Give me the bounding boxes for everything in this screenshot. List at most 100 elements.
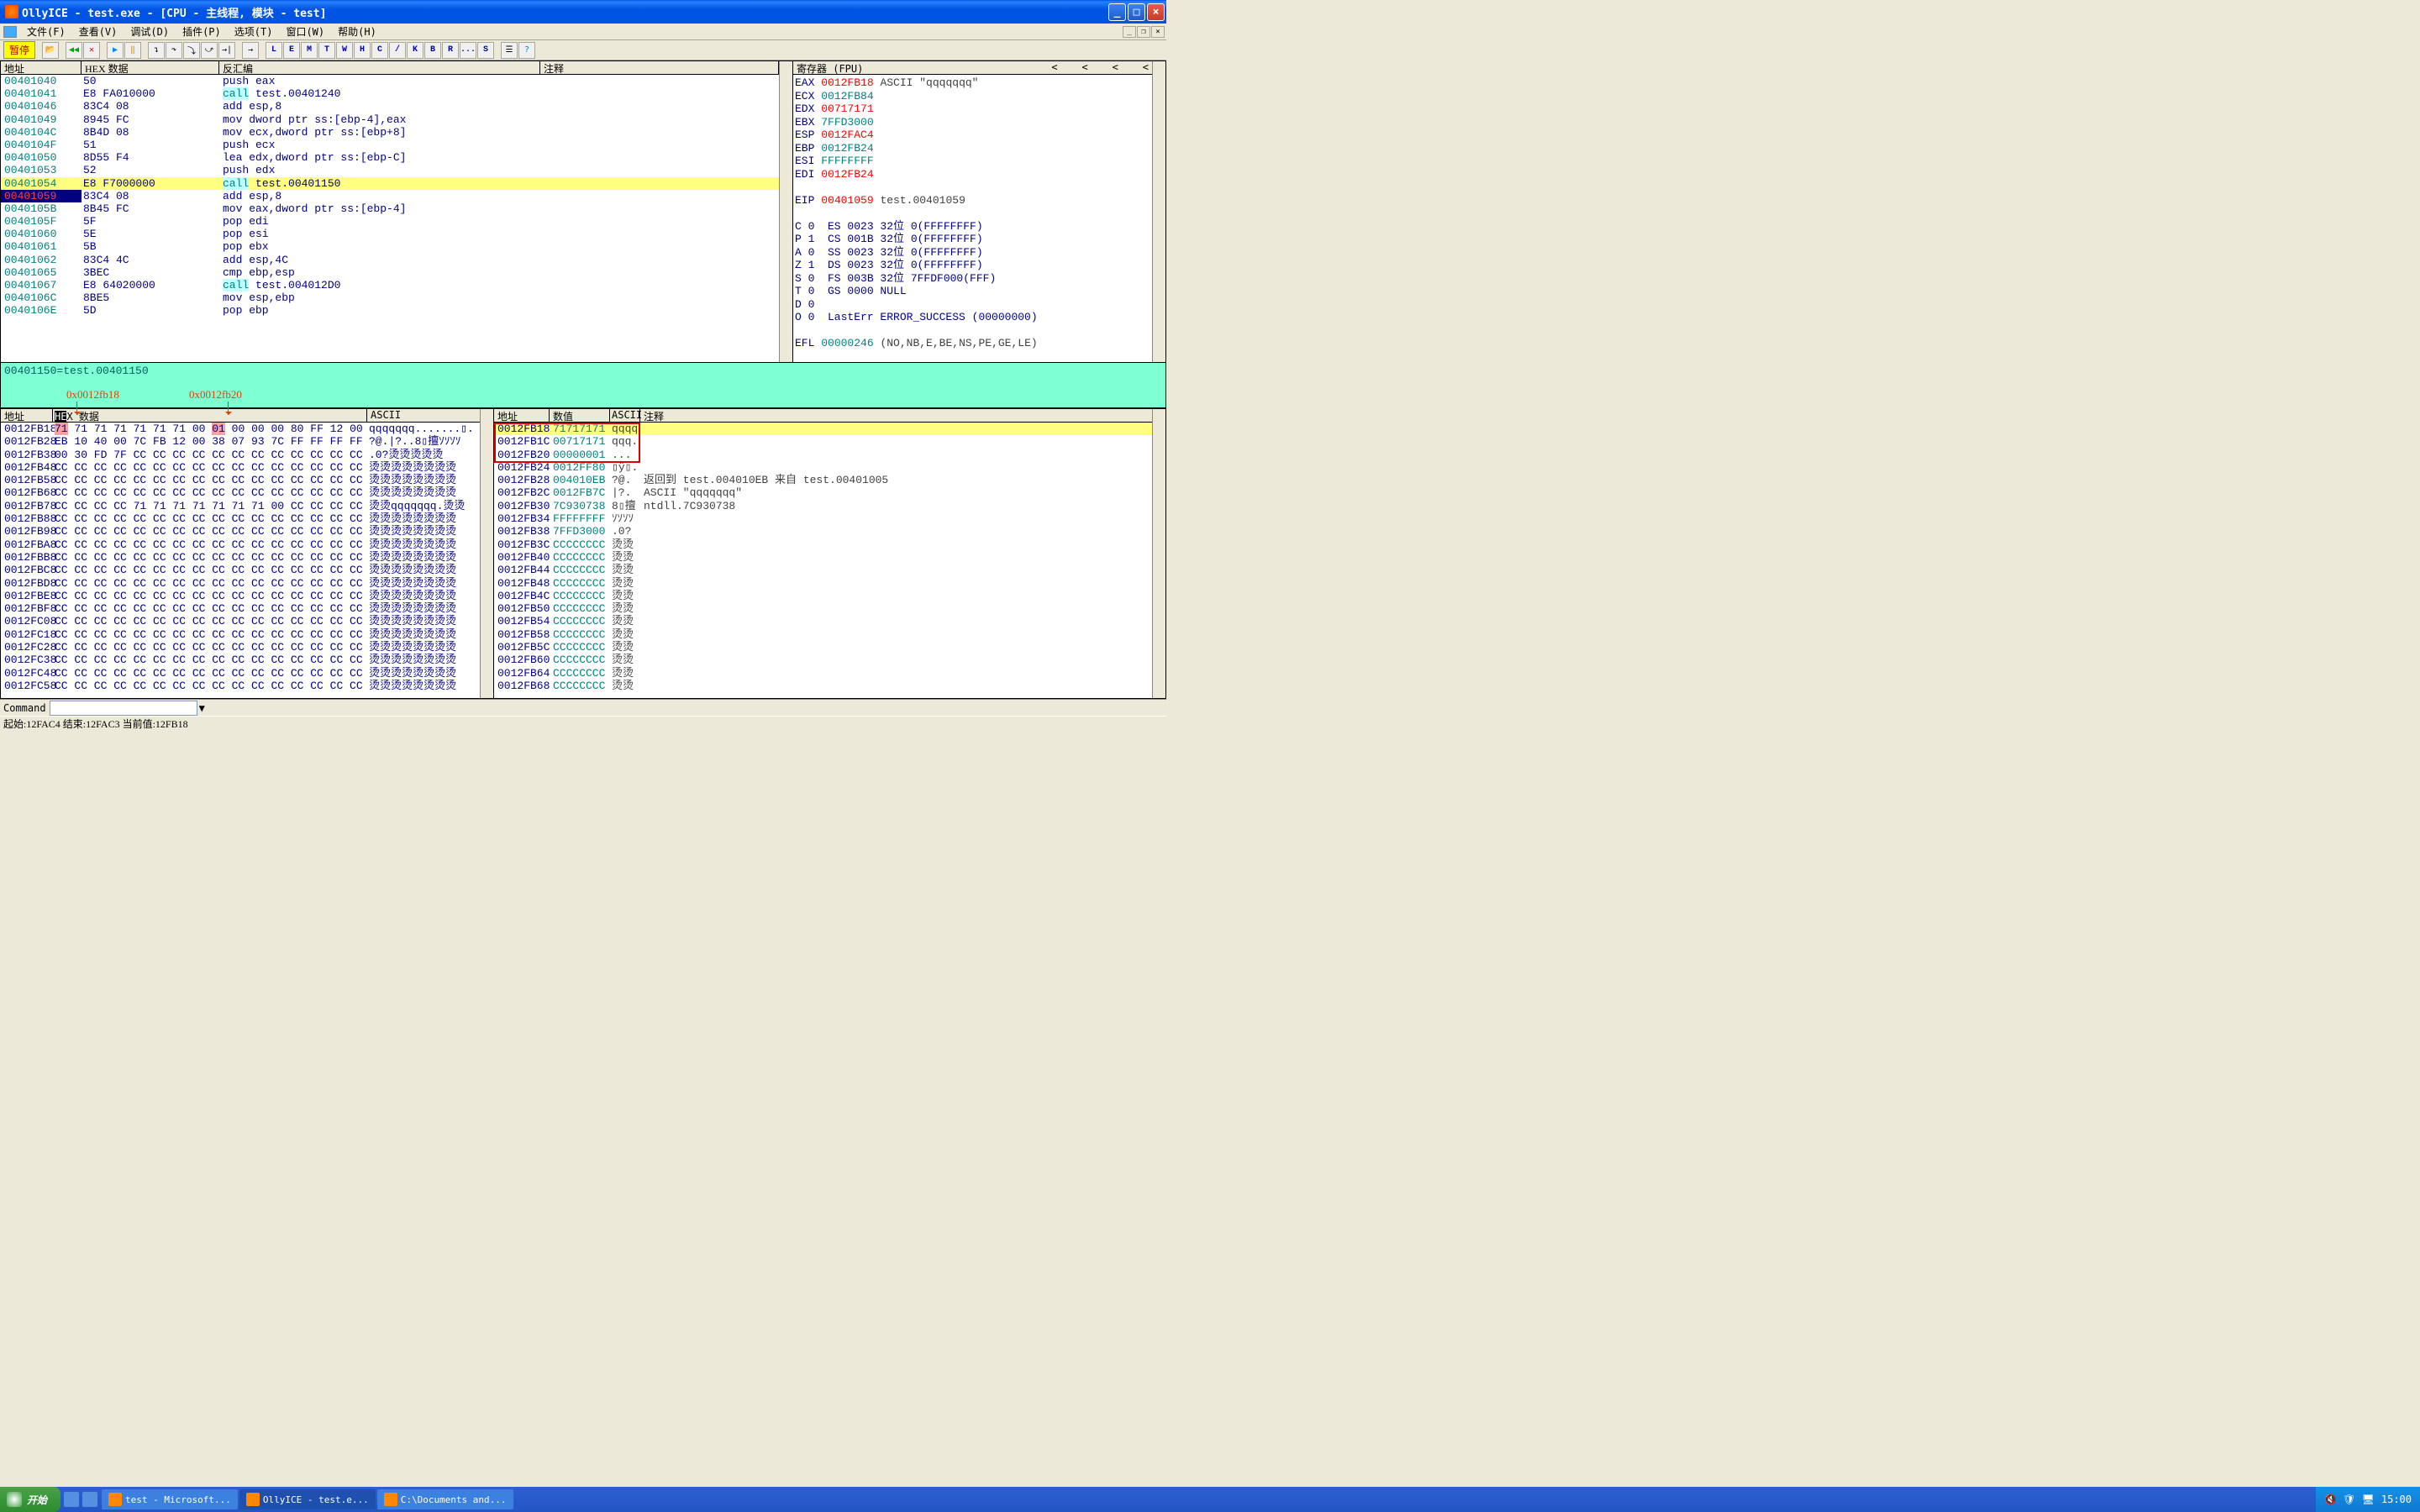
window-B-button[interactable]: B bbox=[424, 42, 441, 59]
disasm-row[interactable]: 0040105F5Fpop edi bbox=[1, 215, 779, 228]
window-T-button[interactable]: T bbox=[318, 42, 335, 59]
hex-row[interactable]: 0012FB48CC CC CC CC CC CC CC CC CC CC CC… bbox=[1, 461, 480, 474]
disasm-row[interactable]: 0040104F51push ecx bbox=[1, 139, 779, 151]
stack-col-addr[interactable]: 地址 bbox=[494, 409, 550, 422]
stack-row[interactable]: 0012FB54CCCCCCCC烫烫 bbox=[494, 615, 1152, 627]
hex-row[interactable]: 0012FB1871 71 71 71 71 71 71 00 01 00 00… bbox=[1, 423, 480, 435]
col-hex[interactable]: HEX 数据 bbox=[82, 61, 219, 74]
hex-col-data[interactable]: HEX 数据 bbox=[53, 409, 367, 422]
stack-row[interactable]: 0012FB387FFD3000.0? bbox=[494, 525, 1152, 538]
hex-row[interactable]: 0012FC08CC CC CC CC CC CC CC CC CC CC CC… bbox=[1, 615, 480, 627]
stack-row[interactable]: 0012FB58CCCCCCCC烫烫 bbox=[494, 628, 1152, 641]
hex-row[interactable]: 0012FB98CC CC CC CC CC CC CC CC CC CC CC… bbox=[1, 525, 480, 538]
hex-row[interactable]: 0012FC18CC CC CC CC CC CC CC CC CC CC CC… bbox=[1, 628, 480, 641]
disasm-row[interactable]: 0040106E5Dpop ebp bbox=[1, 304, 779, 317]
disasm-row[interactable]: 0040106283C4 4Cadd esp,4C bbox=[1, 254, 779, 266]
scrollbar[interactable] bbox=[779, 61, 792, 362]
disasm-row[interactable]: 0040104C8B4D 08mov ecx,dword ptr ss:[ebp… bbox=[1, 126, 779, 139]
stack-row[interactable]: 0012FB240012FF80▯ÿ▯. bbox=[494, 461, 1152, 474]
hex-row[interactable]: 0012FC28CC CC CC CC CC CC CC CC CC CC CC… bbox=[1, 641, 480, 654]
menu-debug[interactable]: 调试(D) bbox=[124, 24, 176, 39]
help-icon[interactable]: ? bbox=[518, 42, 535, 59]
stack-row[interactable]: 0012FB1871717171qqqq bbox=[494, 423, 1152, 435]
col-comment[interactable]: 注释 bbox=[540, 61, 779, 74]
mdi-minimize[interactable]: _ bbox=[1123, 26, 1136, 38]
window-/-button[interactable]: / bbox=[389, 42, 406, 59]
hex-col-addr[interactable]: 地址 bbox=[1, 409, 53, 422]
disasm-row[interactable]: 0040104683C4 08add esp,8 bbox=[1, 100, 779, 113]
window-C-button[interactable]: C bbox=[371, 42, 388, 59]
menu-view[interactable]: 查看(V) bbox=[72, 24, 124, 39]
disasm-row[interactable]: 004010615Bpop ebx bbox=[1, 240, 779, 253]
disasm-row[interactable]: 0040106C8BE5mov esp,ebp bbox=[1, 291, 779, 304]
settings-icon[interactable]: ☰ bbox=[501, 42, 518, 59]
stack-row[interactable]: 0012FB4CCCCCCCCC烫烫 bbox=[494, 590, 1152, 602]
hex-row[interactable]: 0012FBF8CC CC CC CC CC CC CC CC CC CC CC… bbox=[1, 602, 480, 615]
stack-row[interactable]: 0012FB5CCCCCCCCC烫烫 bbox=[494, 641, 1152, 654]
menu-options[interactable]: 选项(T) bbox=[228, 24, 280, 39]
hex-row[interactable]: 0012FB28EB 10 40 00 7C FB 12 00 38 07 93… bbox=[1, 435, 480, 448]
mdi-close[interactable]: × bbox=[1151, 26, 1165, 38]
command-input[interactable] bbox=[50, 701, 197, 716]
hex-row[interactable]: 0012FC48CC CC CC CC CC CC CC CC CC CC CC… bbox=[1, 667, 480, 680]
window-M-button[interactable]: M bbox=[301, 42, 318, 59]
stack-row[interactable]: 0012FB44CCCCCCCC烫烫 bbox=[494, 564, 1152, 576]
stack-row[interactable]: 0012FB1C00717171qqq. bbox=[494, 435, 1152, 448]
window-K-button[interactable]: K bbox=[407, 42, 424, 59]
scrollbar[interactable] bbox=[480, 409, 493, 698]
window-W-button[interactable]: W bbox=[336, 42, 353, 59]
scrollbar[interactable] bbox=[1152, 61, 1165, 362]
hex-row[interactable]: 0012FBE8CC CC CC CC CC CC CC CC CC CC CC… bbox=[1, 590, 480, 602]
hex-row[interactable]: 0012FBA8CC CC CC CC CC CC CC CC CC CC CC… bbox=[1, 538, 480, 551]
mdi-restore[interactable]: ❐ bbox=[1137, 26, 1150, 38]
taskbar-button[interactable]: C:\Documents and... bbox=[377, 1489, 513, 1509]
disassembly-pane[interactable]: 地址 HEX 数据 反汇编 注释 0040104050push eax00401… bbox=[0, 60, 793, 363]
window-H-button[interactable]: H bbox=[354, 42, 371, 59]
window-E-button[interactable]: E bbox=[283, 42, 300, 59]
quicklaunch-icon[interactable] bbox=[82, 1492, 97, 1507]
hex-row[interactable]: 0012FBB8CC CC CC CC CC CC CC CC CC CC CC… bbox=[1, 551, 480, 564]
disasm-row[interactable]: 004010498945 FCmov dword ptr ss:[ebp-4],… bbox=[1, 113, 779, 126]
run-icon[interactable]: ▶ bbox=[107, 42, 124, 59]
hex-row[interactable]: 0012FB3800 30 FD 7F CC CC CC CC CC CC CC… bbox=[1, 449, 480, 461]
stack-row[interactable]: 0012FB307C9307388▯擅ntdll.7C930738 bbox=[494, 500, 1152, 512]
start-button[interactable]: 开始 bbox=[0, 1487, 60, 1512]
menu-file[interactable]: 文件(F) bbox=[20, 24, 72, 39]
stack-row[interactable]: 0012FB28004010EB?@.返回到 test.004010EB 来自 … bbox=[494, 474, 1152, 486]
menu-window[interactable]: 窗口(W) bbox=[279, 24, 331, 39]
execute-till-icon[interactable]: →| bbox=[218, 42, 235, 59]
open-icon[interactable]: 📂 bbox=[42, 42, 59, 59]
registers-pane[interactable]: 寄存器 (FPU) < < < < EAX 0012FB18 ASCII "qq… bbox=[793, 60, 1166, 363]
stack-col-val[interactable]: 数值 bbox=[550, 409, 610, 422]
disasm-row[interactable]: 00401067E8 64020000call test.004012D0 bbox=[1, 279, 779, 291]
stack-row[interactable]: 0012FB3CCCCCCCCC烫烫 bbox=[494, 538, 1152, 551]
trace-into-icon[interactable]: ⤵ bbox=[183, 42, 200, 59]
scrollbar[interactable] bbox=[1152, 409, 1165, 698]
hex-col-ascii[interactable]: ASCII bbox=[367, 409, 480, 422]
disasm-row[interactable]: 004010508D55 F4lea edx,dword ptr ss:[ebp… bbox=[1, 151, 779, 164]
stack-row[interactable]: 0012FB48CCCCCCCC烫烫 bbox=[494, 577, 1152, 590]
disasm-row[interactable]: 004010605Epop esi bbox=[1, 228, 779, 240]
stack-pane[interactable]: 地址 数值 ASCII 注释 0012FB1871717171qqqq0012F… bbox=[494, 408, 1166, 699]
disasm-row[interactable]: 0040105983C4 08add esp,8 bbox=[1, 190, 779, 202]
stack-row[interactable]: 0012FB2000000001... bbox=[494, 449, 1152, 461]
trace-over-icon[interactable]: ⤻ bbox=[201, 42, 218, 59]
system-tray[interactable]: 🔇 🛡 🖥 15:00 bbox=[2316, 1487, 2420, 1512]
restart-icon[interactable]: ◀◀ bbox=[66, 42, 82, 59]
step-into-icon[interactable]: ↴ bbox=[148, 42, 165, 59]
pause-icon[interactable]: ‖ bbox=[124, 42, 141, 59]
disasm-row[interactable]: 0040105B8B45 FCmov eax,dword ptr ss:[ebp… bbox=[1, 202, 779, 215]
disasm-row[interactable]: 00401041E8 FA010000call test.00401240 bbox=[1, 87, 779, 100]
menu-plugins[interactable]: 插件(P) bbox=[176, 24, 228, 39]
goto-icon[interactable]: → bbox=[242, 42, 259, 59]
hex-row[interactable]: 0012FBC8CC CC CC CC CC CC CC CC CC CC CC… bbox=[1, 564, 480, 576]
stack-row[interactable]: 0012FB34FFFFFFFFｿｿｿｿ bbox=[494, 512, 1152, 525]
hex-row[interactable]: 0012FBD8CC CC CC CC CC CC CC CC CC CC CC… bbox=[1, 577, 480, 590]
stack-row[interactable]: 0012FB50CCCCCCCC烫烫 bbox=[494, 602, 1152, 615]
minimize-button[interactable]: _ bbox=[1108, 3, 1126, 21]
window-L-button[interactable]: L bbox=[266, 42, 282, 59]
hex-row[interactable]: 0012FB58CC CC CC CC CC CC CC CC CC CC CC… bbox=[1, 474, 480, 486]
stack-row[interactable]: 0012FB2C0012FB7C|?.ASCII "qqqqqqq" bbox=[494, 486, 1152, 499]
taskbar-button[interactable]: test - Microsoft... bbox=[102, 1489, 238, 1509]
hex-row[interactable]: 0012FB68CC CC CC CC CC CC CC CC CC CC CC… bbox=[1, 486, 480, 499]
